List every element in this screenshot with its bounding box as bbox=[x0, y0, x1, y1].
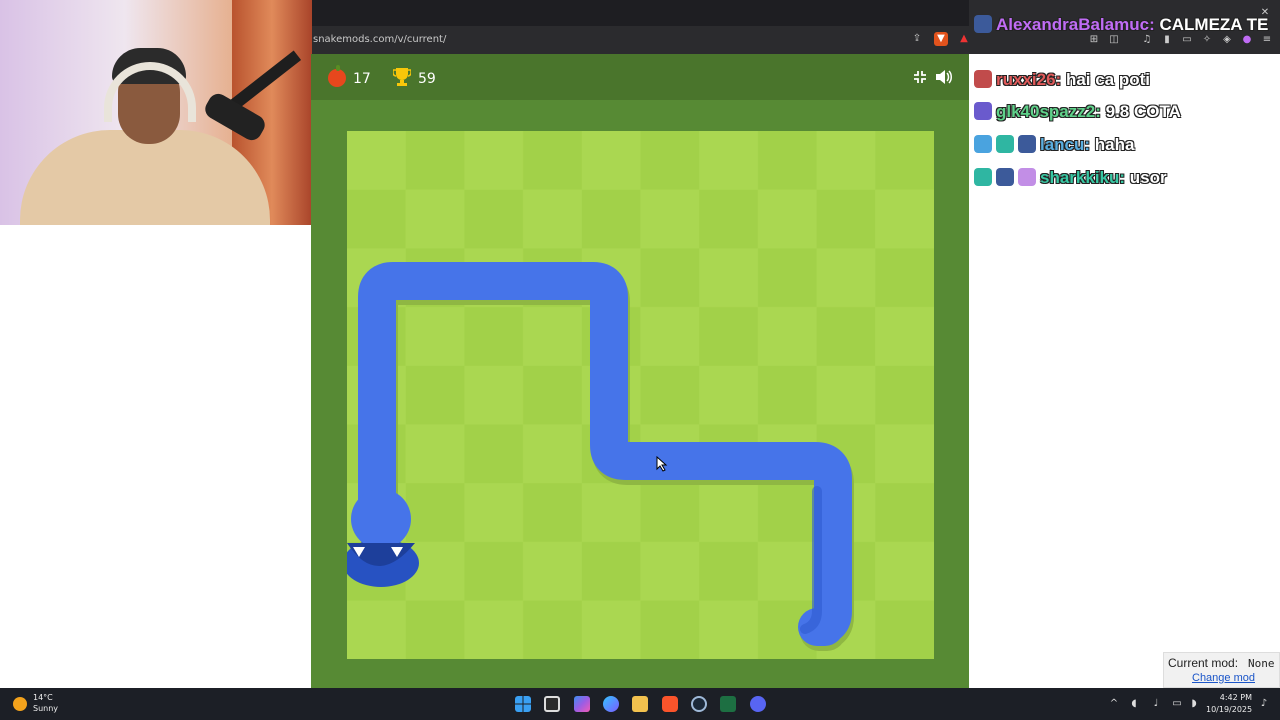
music-icon[interactable]: ♫ bbox=[1140, 33, 1154, 47]
current-mod-label: Current mod: bbox=[1168, 656, 1239, 670]
gift-badge-icon bbox=[1018, 168, 1036, 186]
copilot-icon[interactable] bbox=[603, 696, 619, 712]
chat-text: CALMEZA TE bbox=[1159, 15, 1269, 34]
board-grid bbox=[347, 131, 934, 659]
chat-username: sharkkiku: bbox=[1040, 168, 1126, 187]
microphone-icon[interactable]: ♩ bbox=[1150, 698, 1162, 710]
chat-username: ruxxi26: bbox=[996, 70, 1062, 89]
network-icon[interactable]: ▭ bbox=[1171, 698, 1183, 710]
screenshot-icon[interactable]: ◫ bbox=[1107, 33, 1121, 47]
chat-message: sharkkiku: usor bbox=[974, 168, 1167, 188]
profile-icon[interactable]: ● bbox=[1240, 33, 1254, 47]
browser-toolbar bbox=[312, 0, 972, 54]
high-score: 59 bbox=[418, 71, 436, 87]
chat-message: AlexandraBalamuc: CALMEZA TE bbox=[974, 15, 1274, 35]
emote-badge-icon bbox=[996, 168, 1014, 186]
change-mod-link[interactable]: Change mod bbox=[1192, 672, 1255, 684]
weather-sun-icon[interactable] bbox=[13, 697, 27, 711]
weather-temperature: 14°C bbox=[33, 693, 53, 702]
brave-shield-icon[interactable]: ▼ bbox=[934, 32, 948, 46]
chat-username: glk40spazz2: bbox=[996, 102, 1101, 121]
emote-badge-icon bbox=[974, 70, 992, 88]
speaker-icon[interactable]: ◖ bbox=[1128, 698, 1140, 710]
chat-text: hai ca poti bbox=[1065, 70, 1151, 89]
volume-icon[interactable]: ◗ bbox=[1188, 698, 1200, 710]
chat-message: ruxxi26: hai ca poti bbox=[974, 70, 1150, 90]
game-board[interactable] bbox=[347, 131, 934, 659]
clock-time[interactable]: 4:42 PM bbox=[1218, 693, 1252, 702]
chat-username: lancu: bbox=[1040, 135, 1091, 154]
steam-icon[interactable] bbox=[691, 696, 707, 712]
mod-info-box: Current mod: None Change mod bbox=[1163, 652, 1280, 688]
share-icon[interactable]: ⇪ bbox=[910, 32, 924, 46]
mouse-cursor-icon bbox=[656, 456, 668, 472]
file-explorer-icon[interactable] bbox=[632, 696, 648, 712]
apple-score: 17 bbox=[353, 71, 371, 87]
emote-badge-icon bbox=[1018, 135, 1036, 153]
excel-icon[interactable] bbox=[720, 696, 736, 712]
subscriber-badge-icon bbox=[974, 168, 992, 186]
ms-store-icon[interactable] bbox=[574, 696, 590, 712]
address-bar-url[interactable]: snakemods.com/v/current/ bbox=[313, 34, 446, 45]
extensions-icon[interactable]: ⊞ bbox=[1087, 33, 1101, 47]
clock-date[interactable]: 10/19/2025 bbox=[1206, 705, 1252, 714]
chat-text: 9.8 COTA bbox=[1105, 102, 1181, 121]
chat-message: lancu: haha bbox=[974, 135, 1134, 155]
apple-icon bbox=[328, 65, 346, 87]
webcam-overlay bbox=[0, 0, 312, 225]
discord-icon[interactable] bbox=[750, 696, 766, 712]
notification-bell-icon[interactable]: ♪ bbox=[1258, 698, 1270, 710]
sound-icon[interactable] bbox=[935, 69, 953, 85]
windows-start-icon[interactable] bbox=[515, 696, 531, 712]
tab-strip bbox=[312, 0, 972, 26]
sidebar-icon[interactable]: ▮ bbox=[1160, 33, 1174, 47]
chat-username: AlexandraBalamuc: bbox=[996, 15, 1155, 34]
subscriber-badge-icon bbox=[996, 135, 1014, 153]
leo-icon[interactable]: ✧ bbox=[1200, 33, 1214, 47]
menu-icon[interactable]: ≡ bbox=[1260, 33, 1274, 47]
snake-game: 17 59 bbox=[311, 54, 969, 688]
emote-badge-icon bbox=[974, 15, 992, 33]
task-view-icon[interactable] bbox=[544, 696, 560, 712]
moderator-badge-icon bbox=[974, 135, 992, 153]
chat-message: glk40spazz2: 9.8 COTA bbox=[974, 102, 1181, 122]
emote-badge-icon bbox=[974, 102, 992, 120]
wallet-icon[interactable]: ▭ bbox=[1180, 33, 1194, 47]
trophy-icon bbox=[393, 68, 411, 86]
chat-text: haha bbox=[1094, 135, 1135, 154]
fullscreen-icon[interactable] bbox=[913, 70, 927, 84]
vpn-icon[interactable]: ◈ bbox=[1220, 33, 1234, 47]
chat-text: usor bbox=[1129, 168, 1167, 187]
show-hidden-icons-icon[interactable]: ^ bbox=[1108, 698, 1120, 710]
taskbar: 14°C Sunny ^ ◖ ♩ ▭ ◗ 4:42 PM 10/19/2025 … bbox=[0, 688, 1280, 720]
weather-condition: Sunny bbox=[33, 704, 59, 713]
game-header: 17 59 bbox=[311, 54, 969, 100]
current-mod-value: None bbox=[1248, 657, 1275, 670]
brave-browser-icon[interactable] bbox=[662, 696, 678, 712]
